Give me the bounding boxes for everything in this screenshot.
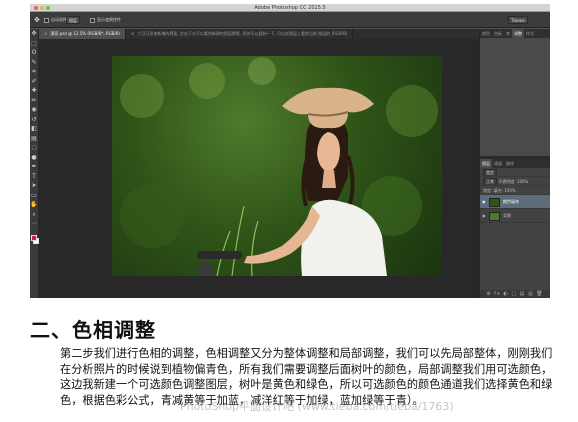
document-photo [112,56,442,276]
layers-panel-tabs: 图层 通道 路径 [480,159,550,168]
crop-icon[interactable]: ⌗ [30,67,38,77]
move-icon[interactable]: ✥ [30,29,38,39]
foreground-color-swatch[interactable] [31,235,37,241]
layer-name: 颜色填充 [503,199,519,204]
layer-thumbnail [489,211,500,221]
foliage-highlights [120,57,438,276]
adjustments-panel-tab[interactable]: 库 [504,29,512,38]
eraser-icon[interactable]: ◧ [30,124,38,134]
document-tab[interactable]: × 漂亮.psd @ 12.5% (RGB/8*, RGB/8) [39,29,127,39]
section-heading: 二、色相调整 [30,318,156,342]
history-brush-icon[interactable]: ↺ [30,115,38,125]
auto-select-checkbox[interactable]: 自动选择 [44,16,67,24]
visibility-eye-icon[interactable]: ◉ [482,209,487,223]
layer-item-adjustment[interactable]: ◉ 颜色填充 [480,195,550,209]
show-transform-checkbox[interactable]: 显示变换控件 [90,16,121,24]
gradient-icon[interactable]: ▤ [30,134,38,144]
watermark-text: PhotoShop平面设计吧 (www.tieba.com/tieba/1763… [180,400,454,413]
flower-stems [216,205,259,276]
layer-thumbnail [489,197,500,207]
lock-row: 锁定: 填充: 100% [480,186,550,195]
document-tab-label: 六日已添加新增的界面, 在右下方可以看到新建的图层蒙版, 而你可以复制一下, 可… [137,31,348,36]
path-select-icon[interactable]: ➤ [30,181,38,191]
auto-select-target-dropdown[interactable]: 图层 [66,16,80,24]
title-bar: Adobe Photoshop CC 2015.5 [30,4,550,12]
workspace-dropdown[interactable]: Theme [508,16,528,24]
close-tab-icon[interactable]: × [131,31,134,36]
rectangle-icon[interactable]: ▭ [30,191,38,201]
layers-panel-tab[interactable]: 通道 [492,159,504,168]
right-panels: 颜色 色板库调整 样式 图层 通道 路径 类型 正常 不透明度: 100% 锁定: 填充… [479,29,550,298]
quick-select-icon[interactable]: ✎ [30,58,38,68]
close-tab-icon[interactable]: × [44,31,47,36]
photo-illustration [120,57,438,276]
adjustments-panel-tab[interactable]: 颜色 [480,29,492,38]
dodge-icon[interactable]: ● [30,153,38,163]
blur-icon[interactable]: ◌ [30,143,38,153]
kind-filter-dropdown[interactable]: 类型 [483,169,497,176]
lock-label: 锁定: [483,188,493,193]
adjustments-panel-tab[interactable]: 样式 [524,29,536,38]
clone-stamp-icon[interactable]: ◉ [30,105,38,115]
options-bar: ✥ 自动选择 图层 显示变换控件 Theme [30,12,550,28]
opacity-field[interactable]: 不透明度: 100% [498,179,528,184]
layers-panel-tab[interactable]: 路径 [504,159,516,168]
show-transform-label: 显示变换控件 [97,17,121,22]
document-tabs: × 漂亮.psd @ 12.5% (RGB/8*, RGB/8) × 六日已添加新增的… [39,29,479,39]
marquee-icon[interactable]: ⬚ [30,39,38,49]
healing-icon[interactable]: ✚ [30,86,38,96]
hand-icon[interactable]: ✋ [30,200,38,210]
layer-item-background[interactable]: ◉ 背景 [480,209,550,223]
document-tab[interactable]: × 六日已添加新增的界面, 在右下方可以看到新建的图层蒙版, 而你可以复制一下, … [126,29,354,39]
layers-panel-tab[interactable]: 图层 [480,159,492,168]
fill-field[interactable]: 填充: 100% [494,188,516,193]
woman-figure [197,87,387,276]
blend-mode-dropdown[interactable]: 正常 [483,178,497,185]
adjustments-panel-tab[interactable]: 色板 [492,29,504,38]
move-tool-icon[interactable]: ✥ [34,16,40,24]
eyedropper-icon[interactable]: ✐ [30,77,38,87]
adjustments-panel-tabs: 颜色 色板库调整 样式 [480,29,550,38]
type-icon[interactable]: T [30,172,38,182]
brush-icon[interactable]: ✏ [30,96,38,106]
photoshop-window: Adobe Photoshop CC 2015.5 ✥ 自动选择 图层 显示变换… [30,4,550,298]
layer-filter-row: 类型 [480,168,550,177]
adjustments-panel-tab[interactable]: 调整 [512,29,524,38]
layer-name: 背景 [503,213,511,218]
more-icon[interactable]: ⋯ [30,219,38,229]
layers-footer-icons[interactable]: ⊕ fx ◐ ▢ ▤ ▥ 🗑 [480,290,550,298]
window-title: Adobe Photoshop CC 2015.5 [254,5,326,11]
adjustments-panel-body [480,38,550,156]
auto-select-label: 自动选择 [51,17,67,22]
visibility-eye-icon[interactable]: ◉ [482,195,487,209]
pen-icon[interactable]: ✒ [30,162,38,172]
lasso-icon[interactable]: ʘ [30,48,38,58]
canvas-area[interactable] [39,39,479,298]
blend-row: 正常 不透明度: 100% [480,177,550,186]
zoom-icon[interactable]: ⌕ [30,210,38,220]
tools-panel: ✥ ⬚ ʘ ✎ ⌗ ✐ ✚ ✏ ◉ ↺ ◧ ▤ ◌ ● ✒ T ➤ ▭ ✋ ⌕ ⋯ [30,29,39,298]
document-tab-label: 漂亮.psd @ 12.5% (RGB/8*, RGB/8) [50,31,121,36]
